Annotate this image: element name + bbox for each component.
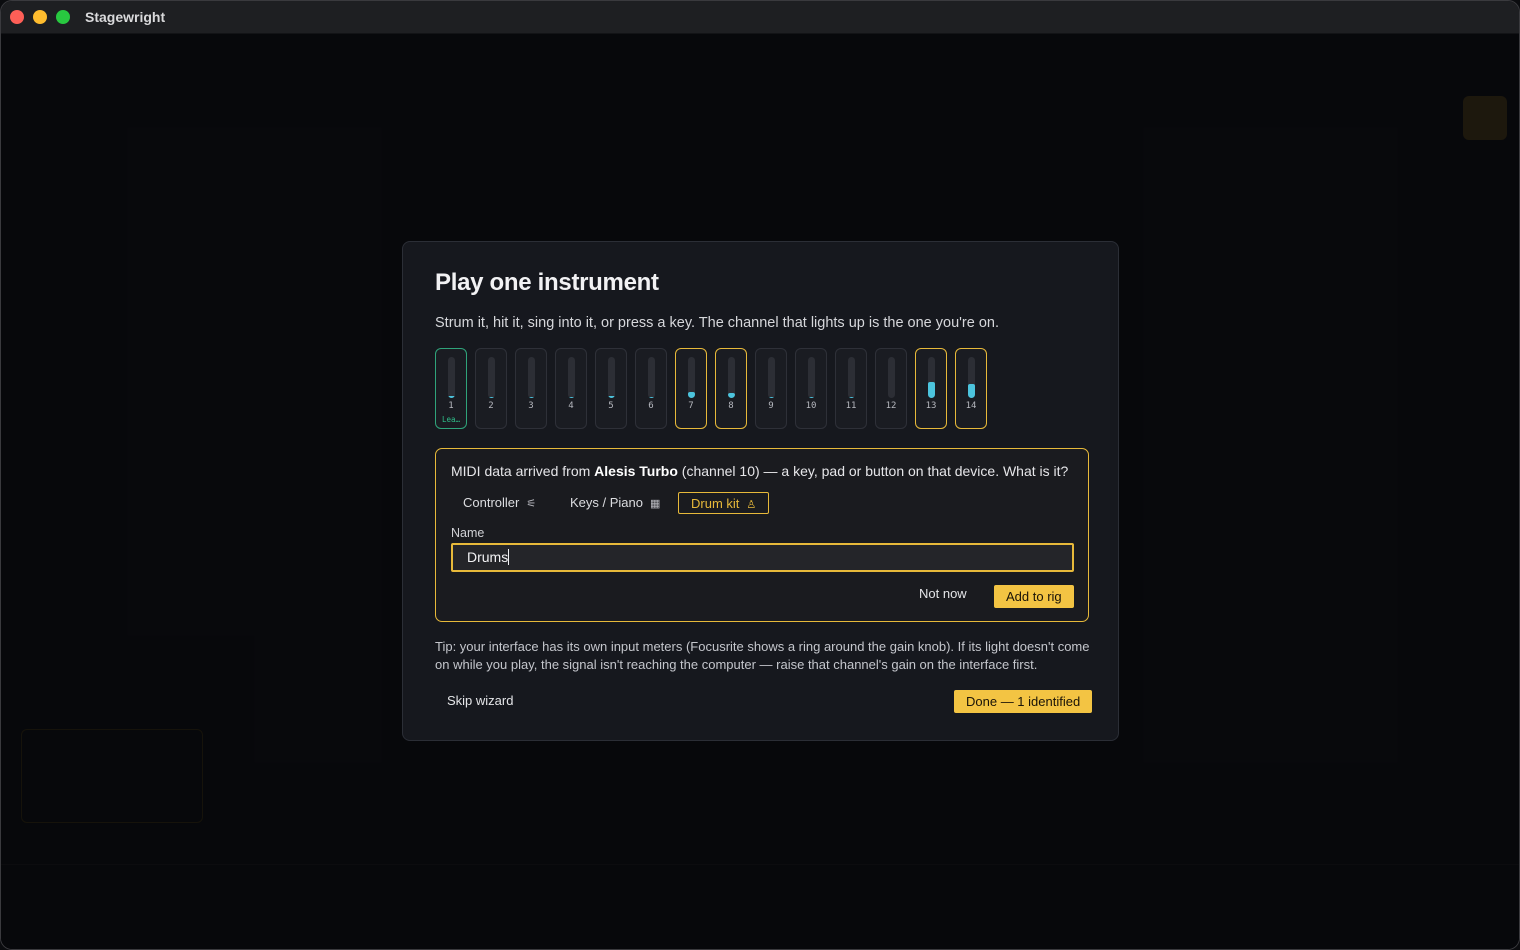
channel-number: 8 [728, 401, 734, 411]
device-detection-card: MIDI data arrived from Alesis Turbo (cha… [435, 448, 1089, 622]
add-to-rig-button[interactable]: Add to rig [994, 585, 1074, 608]
sliders-icon: ⚟ [526, 498, 537, 510]
detection-message: MIDI data arrived from Alesis Turbo (cha… [451, 463, 1068, 479]
channel-number: 2 [488, 401, 494, 411]
level-meter-fill [528, 396, 535, 398]
channel-strip[interactable]: 4 [555, 348, 587, 429]
channel-strip[interactable]: 1 Lea… [435, 348, 467, 429]
channel-number: 6 [648, 401, 654, 411]
kind-label: Keys / Piano [570, 495, 643, 510]
level-meter [928, 357, 935, 398]
channel-strip[interactable]: 9 [755, 348, 787, 429]
level-meter [648, 357, 655, 398]
channel-strip[interactable]: 12 [875, 348, 907, 429]
level-meter-fill [728, 393, 735, 398]
dialog-title: Play one instrument [435, 269, 659, 296]
maximize-window-button[interactable] [56, 10, 70, 24]
skip-wizard-button[interactable]: Skip wizard [441, 692, 519, 709]
setup-wizard-dialog: Play one instrument Strum it, hit it, si… [402, 241, 1119, 741]
detection-message-suffix: (channel 10) — a key, pad or button on t… [677, 463, 1069, 479]
level-meter-fill [448, 395, 455, 398]
tip-text: Tip: your interface has its own input me… [435, 639, 1090, 672]
channel-number: 5 [608, 401, 614, 411]
name-input[interactable]: Drums [451, 543, 1074, 572]
detection-message-prefix: MIDI data arrived from [451, 463, 595, 479]
text-caret [508, 549, 510, 565]
channel-number: 4 [568, 401, 574, 411]
keyboard-icon: ▦ [650, 498, 661, 510]
close-window-button[interactable] [10, 10, 24, 24]
level-meter-fill [808, 396, 815, 398]
drum-icon: ♙ [746, 499, 757, 511]
level-meter [768, 357, 775, 398]
app-title: Stagewright [85, 9, 166, 25]
level-meter-fill [928, 381, 935, 398]
level-meter [728, 357, 735, 398]
level-meter-fill [688, 391, 695, 398]
done-button[interactable]: Done — 1 identified [954, 690, 1093, 713]
channel-number: 11 [845, 401, 857, 411]
channel-number: 10 [805, 401, 817, 411]
level-meter [528, 357, 535, 398]
level-meter [808, 357, 815, 398]
minimize-window-button[interactable] [33, 10, 47, 24]
kind-label: Drum kit [691, 496, 740, 511]
channel-number: 3 [528, 401, 534, 411]
level-meter [968, 357, 975, 398]
level-meter-fill [488, 396, 495, 398]
level-meter [608, 357, 615, 398]
kind-keys-button[interactable]: Keys / Piano ▦ [558, 492, 672, 514]
channel-number: 13 [925, 401, 937, 411]
kind-label: Controller [463, 495, 520, 510]
level-meter [448, 357, 455, 398]
not-now-button[interactable]: Not now [913, 585, 973, 602]
channel-strip[interactable]: 11 [835, 348, 867, 429]
level-meter [888, 357, 895, 398]
level-meter [568, 357, 575, 398]
level-meter-fill [968, 383, 975, 398]
name-input-value: Drums [467, 549, 509, 565]
level-meter-fill [768, 396, 775, 398]
channel-strip[interactable]: 8 [715, 348, 747, 429]
channel-strip[interactable]: 2 [475, 348, 507, 429]
dialog-subtitle: Strum it, hit it, sing into it, or press… [435, 315, 999, 331]
channel-strip[interactable]: 6 [635, 348, 667, 429]
level-meter [848, 357, 855, 398]
level-meter-fill [848, 396, 855, 398]
channel-number: 1 [448, 401, 454, 411]
channel-name: Lea… [441, 415, 461, 424]
level-meter-fill [608, 395, 615, 398]
level-meter [688, 357, 695, 398]
level-meter-fill [648, 396, 655, 398]
channel-strip[interactable]: 7 [675, 348, 707, 429]
channel-strip[interactable]: 10 [795, 348, 827, 429]
channel-strip[interactable]: 13 [915, 348, 947, 429]
channel-number: 7 [688, 401, 694, 411]
channel-strip[interactable]: 3 [515, 348, 547, 429]
channel-strip[interactable]: 5 [595, 348, 627, 429]
kind-drum-kit-button[interactable]: Drum kit ♙ [678, 492, 770, 514]
channel-strip[interactable]: 14 [955, 348, 987, 429]
device-name: Alesis Turbo [594, 463, 678, 479]
channel-number: 9 [768, 401, 774, 411]
app-window: Stagewright Play one instrument Strum it… [0, 0, 1520, 950]
channel-number: 14 [965, 401, 977, 411]
title-bar: Stagewright [1, 1, 1519, 34]
name-field-label: Name [451, 526, 485, 540]
channel-number: 12 [885, 401, 897, 411]
level-meter [488, 357, 495, 398]
kind-controller-button[interactable]: Controller ⚟ [451, 492, 548, 514]
level-meter-fill [568, 396, 575, 398]
